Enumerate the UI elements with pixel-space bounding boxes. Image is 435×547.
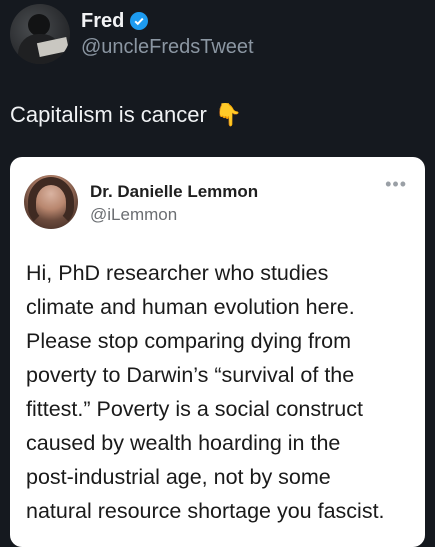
quoted-author-avatar[interactable] <box>24 175 78 229</box>
quoted-tweet-card[interactable]: Dr. Danielle Lemmon @iLemmon ••• Hi, PhD… <box>10 157 425 547</box>
verified-badge-icon <box>130 12 149 30</box>
more-options-icon[interactable]: ••• <box>385 175 407 193</box>
author-avatar[interactable] <box>10 4 70 64</box>
quoted-author-handle[interactable]: @iLemmon <box>90 204 177 226</box>
quoted-text-line: caused by wealth hoarding in the <box>26 431 341 455</box>
quoted-text-line: poverty to Darwin’s “survival of the <box>26 363 355 387</box>
quoted-tweet-text: Hi, PhD researcher who studies climate a… <box>26 256 411 528</box>
author-name-row[interactable]: Fred <box>81 9 149 33</box>
author-name[interactable]: Fred <box>81 9 124 33</box>
avatar-person-head <box>28 14 50 36</box>
quoted-text-line: fittest.” Poverty is a social construct <box>26 397 363 421</box>
tweet-text-row: Capitalism is cancer 👇 <box>10 100 242 130</box>
tweet-text: Capitalism is cancer <box>10 102 207 127</box>
quoted-text-line: post-industrial age, not by some <box>26 465 331 489</box>
quoted-text-line: Hi, PhD researcher who studies <box>26 261 329 285</box>
quoted-text-line: climate and human evolution here. <box>26 295 355 319</box>
pointing-down-emoji: 👇 <box>214 102 243 127</box>
quoted-text-line: natural resource shortage you fascist. <box>26 499 385 523</box>
avatar-hair <box>28 177 74 227</box>
author-handle[interactable]: @uncleFredsTweet <box>81 35 254 59</box>
quoted-author-name[interactable]: Dr. Danielle Lemmon <box>90 181 258 203</box>
quoted-text-line: Please stop comparing dying from <box>26 329 352 353</box>
check-icon <box>134 17 144 26</box>
